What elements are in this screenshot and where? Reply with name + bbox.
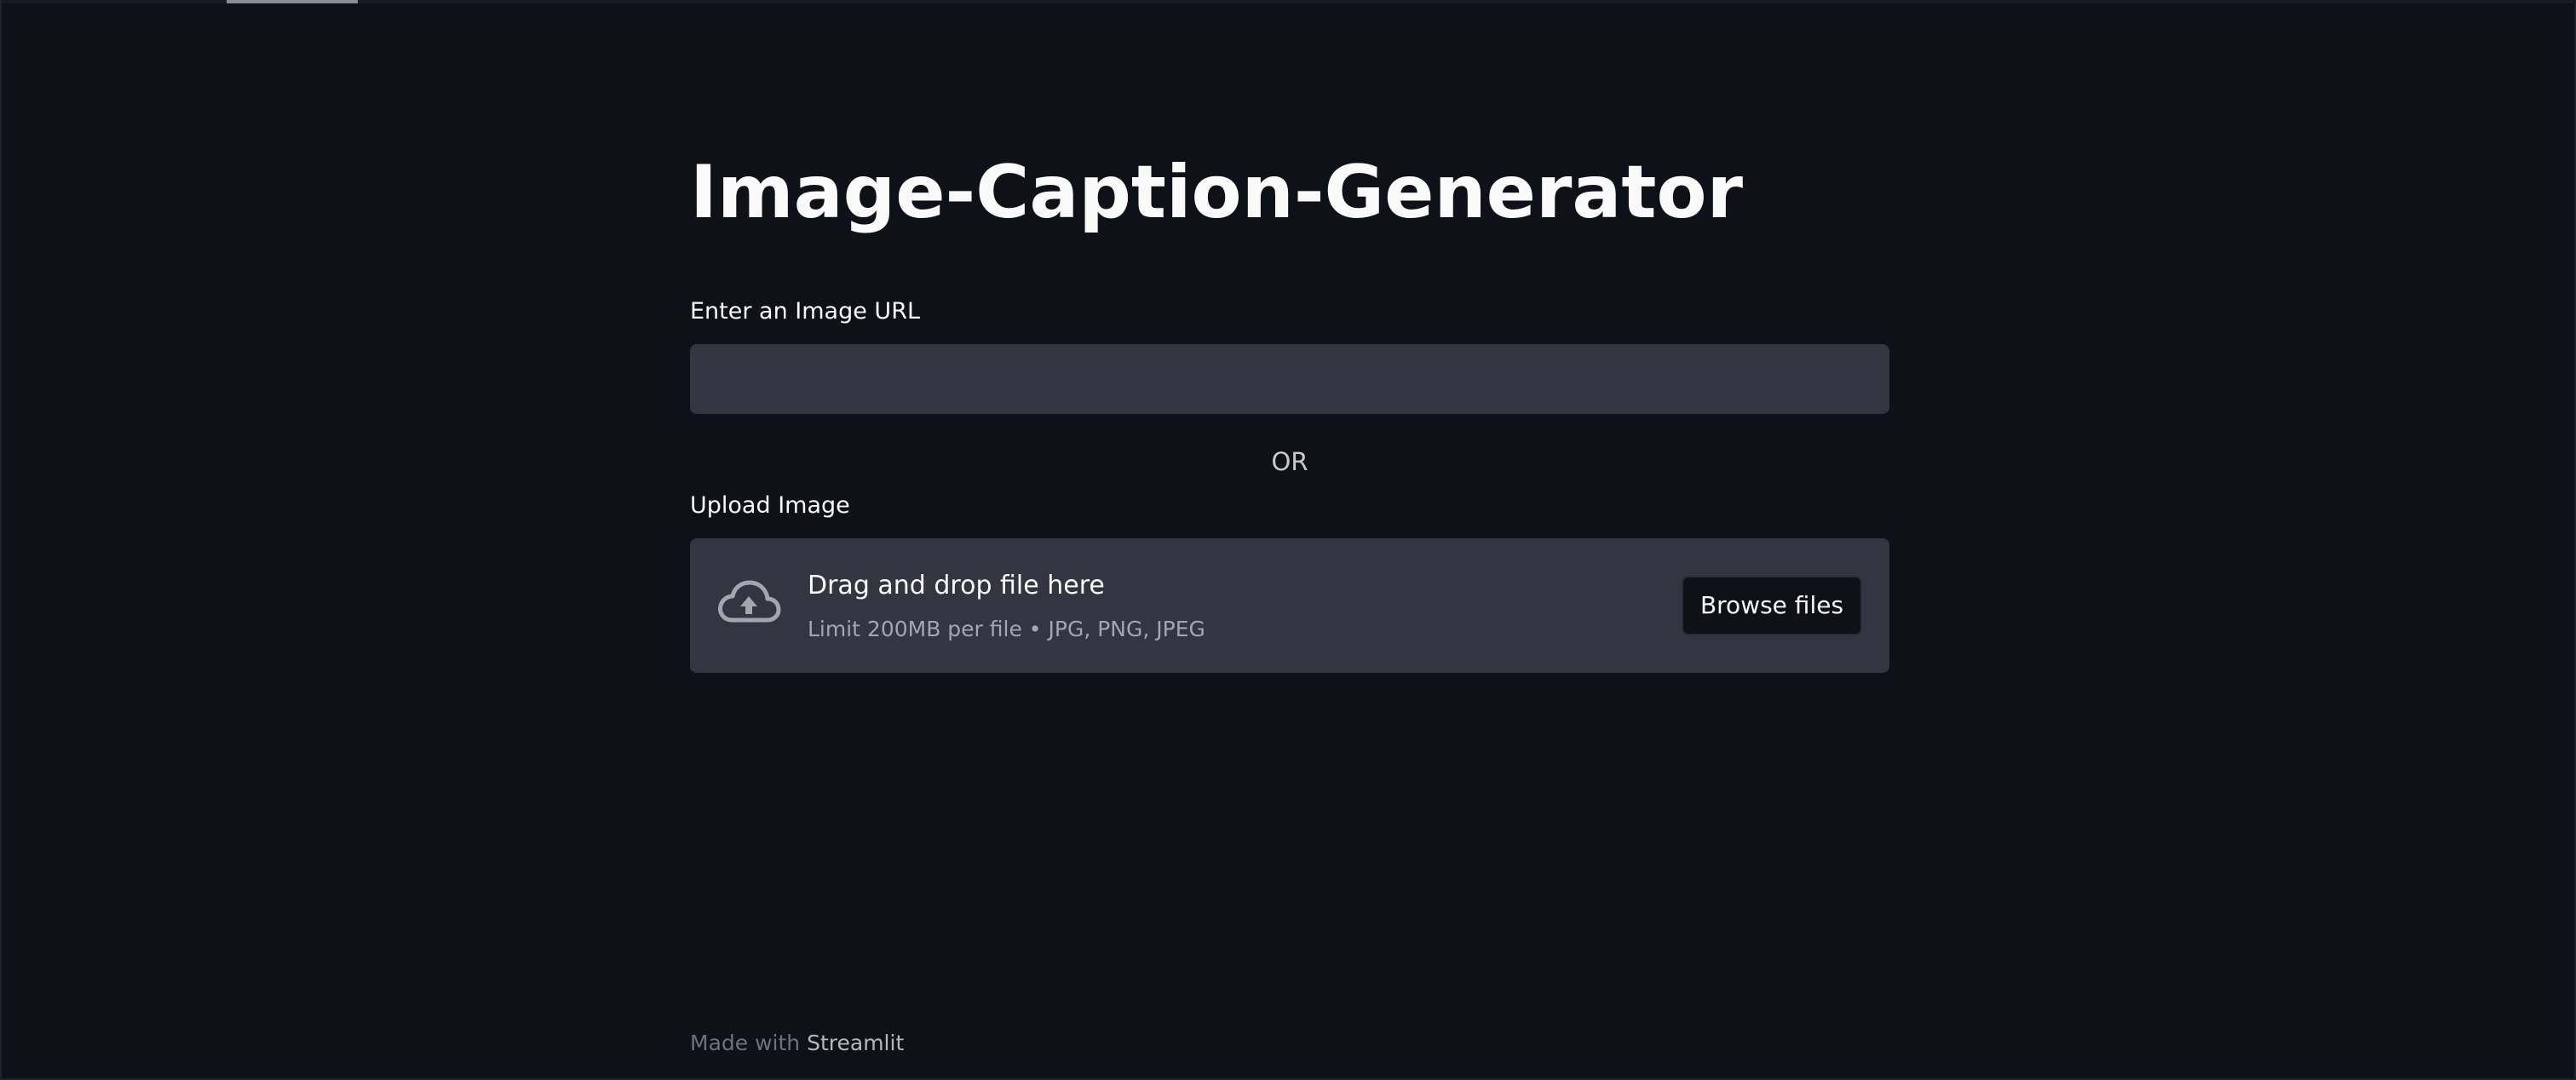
dropzone-limit-text: Limit 200MB per file • JPG, PNG, JPEG xyxy=(808,617,1205,641)
dropzone-title: Drag and drop file here xyxy=(808,571,1105,600)
url-input-label: Enter an Image URL xyxy=(690,298,920,325)
top-bar xyxy=(2,0,2576,3)
footer: Made with Streamlit xyxy=(690,1029,904,1058)
browse-files-button[interactable]: Browse files xyxy=(1682,576,1862,635)
image-url-input[interactable] xyxy=(690,344,1889,414)
page-title: Image-Caption-Generator xyxy=(690,150,1744,235)
app-window: Image-Caption-Generator Enter an Image U… xyxy=(0,0,2576,1080)
footer-prefix: Made with xyxy=(690,1031,801,1055)
footer-brand-link[interactable]: Streamlit xyxy=(807,1031,904,1055)
loading-indicator xyxy=(227,0,358,3)
upload-label: Upload Image xyxy=(690,492,850,519)
file-dropzone[interactable]: Drag and drop file here Limit 200MB per … xyxy=(690,538,1889,673)
or-separator: OR xyxy=(1271,447,1308,476)
cloud-upload-icon xyxy=(716,577,782,630)
